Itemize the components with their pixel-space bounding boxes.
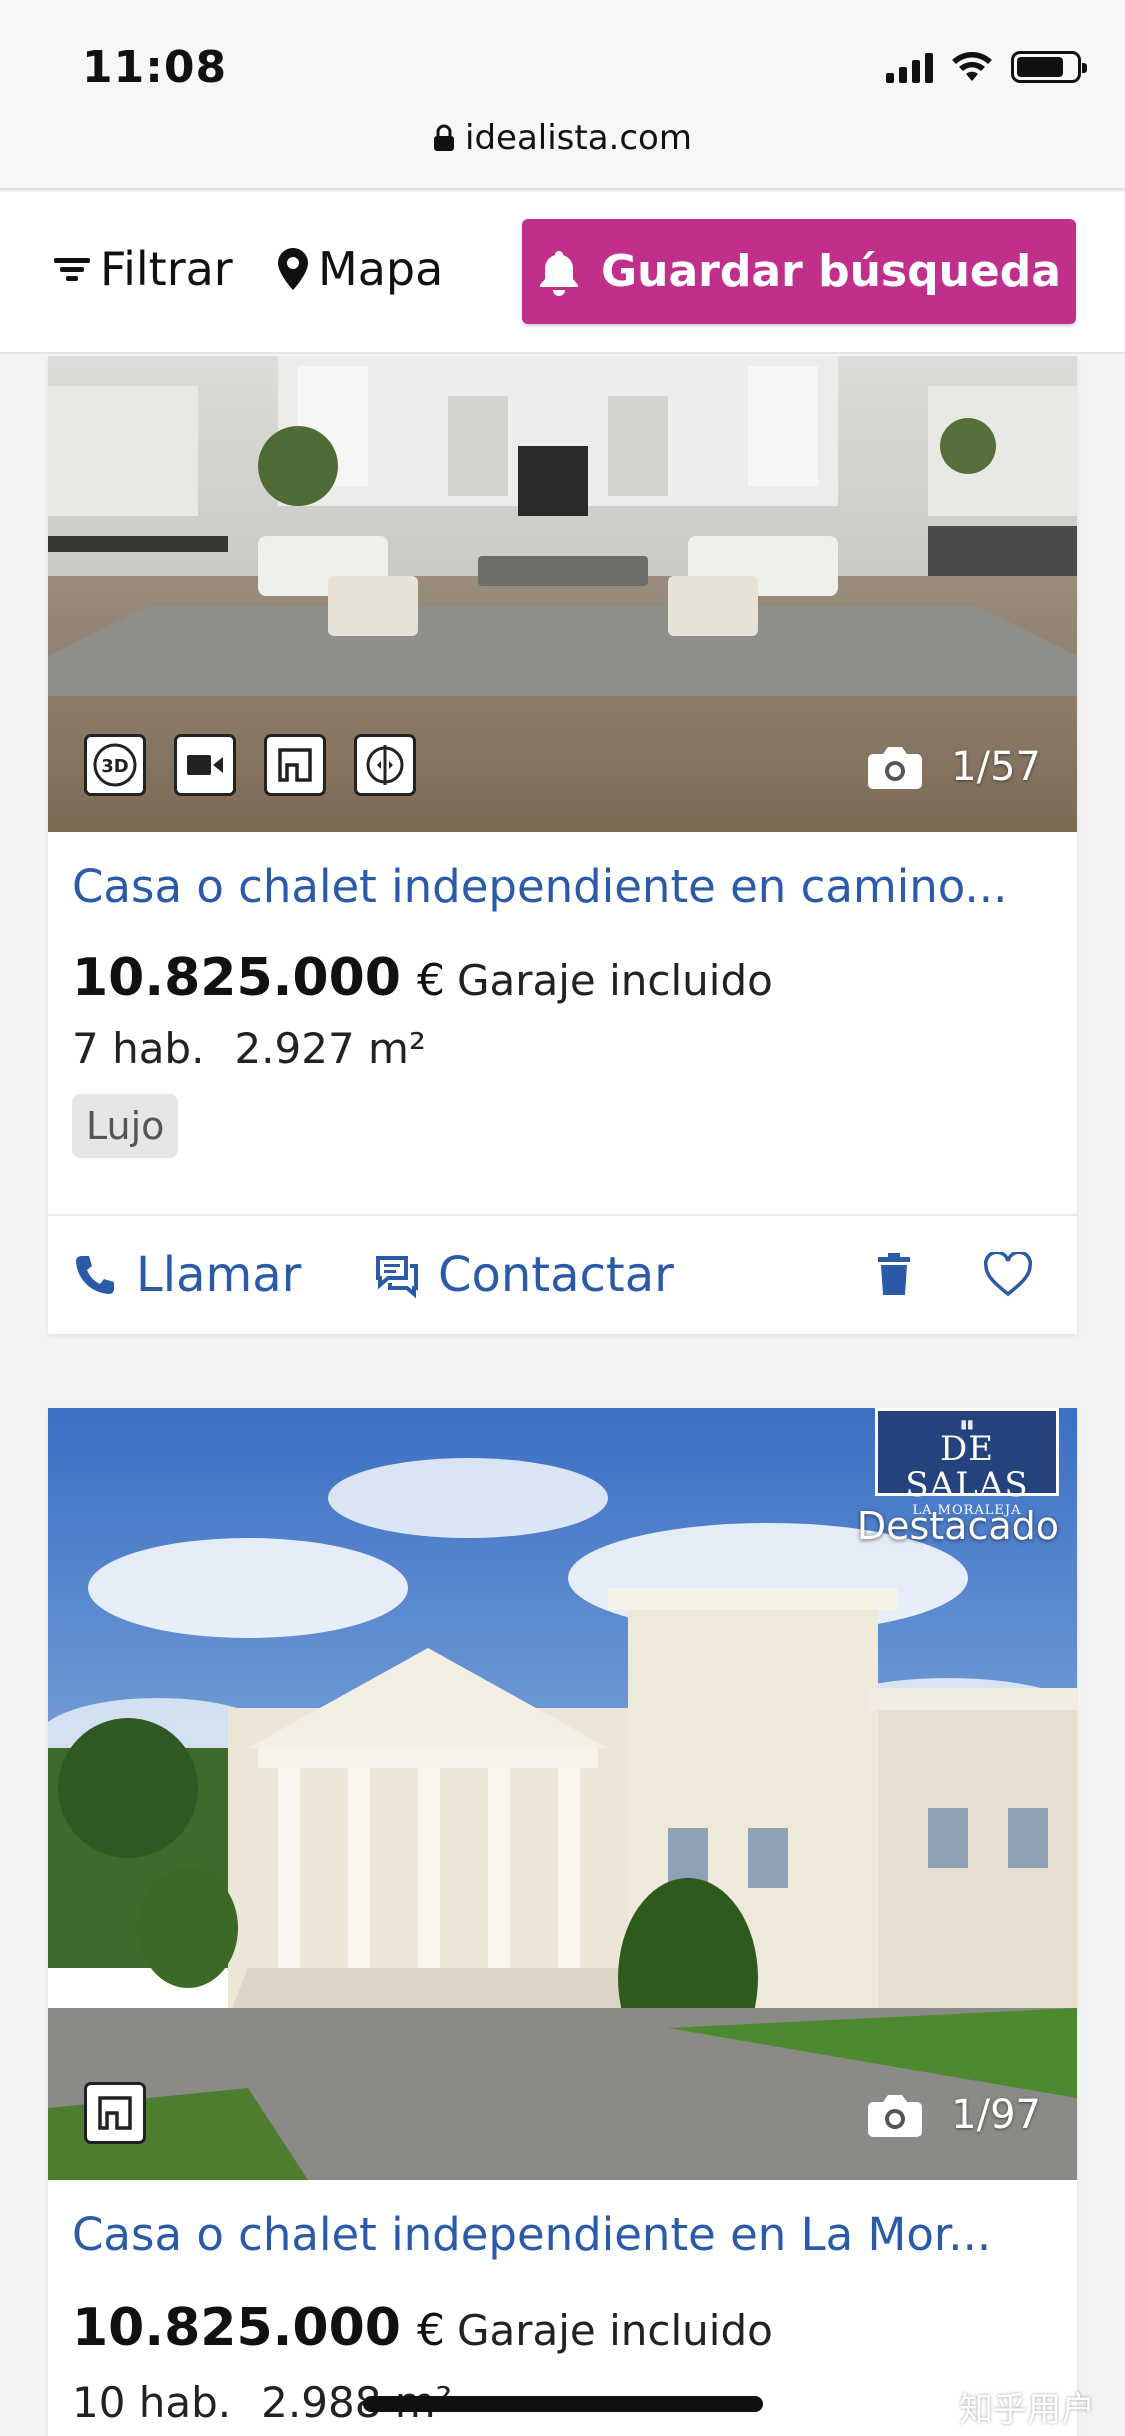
watermark: 知乎用户 [959,2390,1095,2430]
price-line: 10.825.000 € Garaje incluido [72,948,773,1008]
cellular-signal-icon [886,51,933,83]
status-time: 11:08 [82,42,228,93]
price: 10.825.000 [72,2298,401,2358]
map-label: Mapa [318,242,444,296]
photo-counter-text: 1/97 [951,2092,1041,2138]
parking-info: Garaje incluido [456,956,773,1005]
rooms: 10 hab. [72,2378,232,2427]
listing-title[interactable]: Casa o chalet independiente en La Mor... [72,2208,1062,2261]
parking-info: Garaje incluido [456,2306,773,2355]
camera-icon [868,747,923,789]
save-search-button[interactable]: Guardar búsqueda [522,219,1076,324]
3d-tour-icon[interactable]: 3D [84,734,146,796]
map-pin-icon [278,248,308,290]
battery-icon [1011,51,1087,83]
agency-building-icon: ▮▮ [960,1417,974,1431]
area: 2.927 m² [234,1024,426,1073]
url-text: idealista.com [465,118,692,158]
home-indicator[interactable] [363,2396,763,2412]
map-button[interactable]: Mapa [276,242,443,296]
browser-chrome: 11:08 idealista.com [0,0,1125,190]
photo-counter-text: 1/57 [951,744,1041,790]
listing-actions: Llamar Contactar [48,1214,1077,1334]
media-badges: 3D [84,734,416,796]
virtual-tour-icon[interactable] [354,734,416,796]
video-icon[interactable] [174,734,236,796]
luxury-tag: Lujo [72,1094,179,1158]
price-line: 10.825.000 € Garaje incluido [72,2298,773,2358]
phone-icon [76,1256,114,1294]
address-bar[interactable]: idealista.com [0,118,1125,158]
listing-card[interactable]: 3D 1/57 Casa o chalet independiente en c… [48,356,1077,1334]
listing-card[interactable]: ▮▮ DE SALAS LA MORALEJA Destacado 1/97 C… [48,1408,1077,2436]
call-label: Llamar [136,1247,302,1303]
favorite-button[interactable] [982,1252,1034,1298]
heart-icon [983,1252,1033,1297]
floorplan-icon[interactable] [84,2082,146,2144]
photo-counter: 1/57 [865,744,1041,790]
currency: € [416,2305,445,2356]
listing-specs: 7 hab. 2.927 m² [72,1024,426,1073]
contact-label: Contactar [438,1247,674,1303]
chat-icon [376,1256,418,1298]
price: 10.825.000 [72,948,401,1008]
status-icons [886,50,1087,84]
featured-label: Destacado [856,1504,1059,1548]
trash-icon [878,1253,910,1295]
svg-text:3D: 3D [101,756,128,777]
media-badges [84,2082,146,2144]
filter-button[interactable]: Filtrar [52,242,233,296]
discard-button[interactable] [874,1251,914,1299]
filter-icon [54,258,90,281]
photo-counter: 1/97 [865,2092,1041,2138]
contact-button[interactable]: Contactar [374,1247,674,1303]
save-search-label: Guardar búsqueda [601,246,1061,297]
bell-icon [540,250,579,296]
call-button[interactable]: Llamar [72,1247,301,1303]
agency-name: DE SALAS [905,1429,1029,1505]
listing-title[interactable]: Casa o chalet independiente en camino... [72,860,1062,913]
rooms: 7 hab. [72,1024,205,1073]
lock-icon [434,124,454,151]
listing-photo[interactable]: 3D 1/57 [48,356,1077,832]
agency-logo[interactable]: ▮▮ DE SALAS LA MORALEJA [875,1408,1059,1518]
filter-label: Filtrar [100,242,233,296]
floorplan-icon[interactable] [264,734,326,796]
search-toolbar: Filtrar Mapa Guardar búsqueda [0,192,1125,354]
currency: € [416,955,445,1006]
listing-photo[interactable]: ▮▮ DE SALAS LA MORALEJA Destacado 1/97 [48,1408,1077,2180]
wifi-icon [952,52,992,81]
camera-icon [868,2095,923,2137]
